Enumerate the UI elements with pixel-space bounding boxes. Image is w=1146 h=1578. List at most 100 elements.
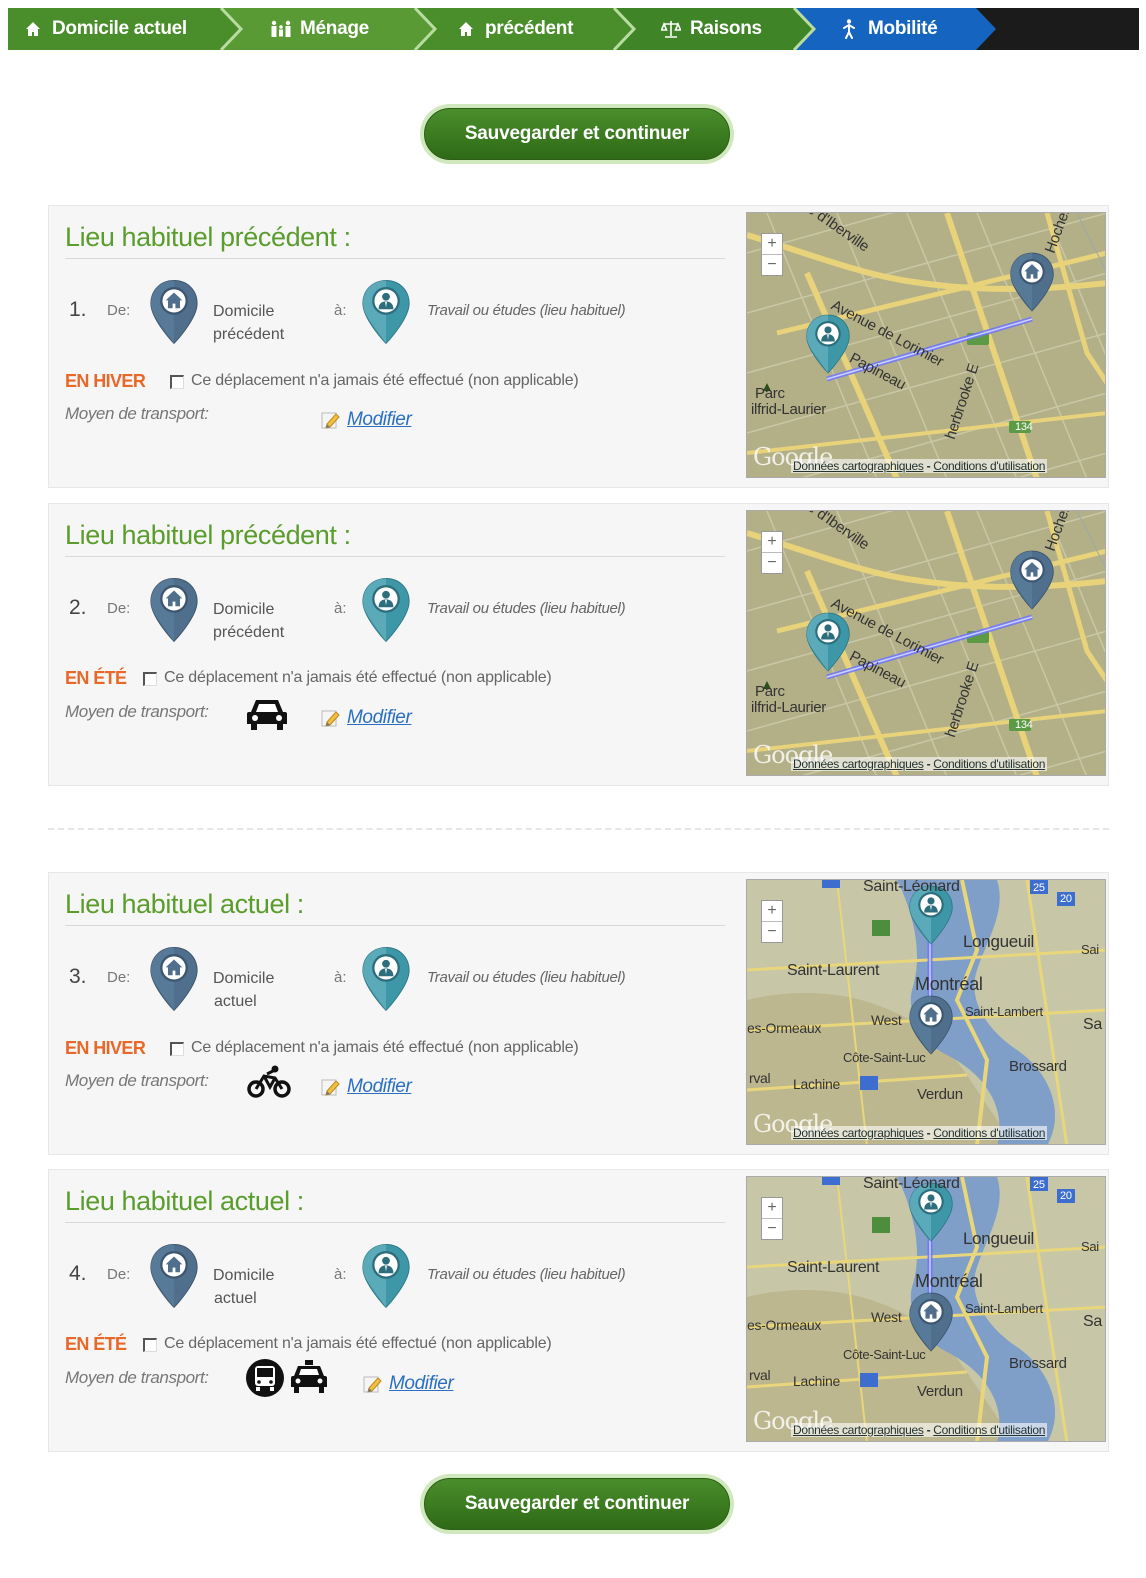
map-tiles	[747, 880, 1106, 1145]
zoom-in-button[interactable]: +	[762, 901, 782, 922]
to-label: à:	[334, 302, 347, 319]
terms-link[interactable]: Conditions d'utilisation	[933, 757, 1045, 771]
terms-link[interactable]: Conditions d'utilisation	[933, 1126, 1045, 1140]
not-applicable-checkbox[interactable]	[143, 1338, 157, 1352]
zoom-out-button[interactable]: −	[762, 553, 782, 573]
zoom-out-button[interactable]: −	[762, 922, 782, 942]
destination-label: Travail ou études (lieu habituel)	[427, 600, 626, 617]
trip-number: 3.	[69, 965, 87, 988]
card-title: Lieu habituel actuel :	[65, 889, 304, 919]
zoom-out-button[interactable]: −	[762, 1219, 782, 1239]
modify-transport-link[interactable]: Modifier	[321, 707, 412, 729]
origin-label: Domicile actuel	[213, 970, 275, 1010]
work-pin-icon	[362, 578, 410, 642]
breadcrumb: Domicile actuel Ménage précédent Raisons…	[8, 8, 1139, 50]
map-attribution: Google Données cartographiques - Conditio…	[753, 1407, 1048, 1437]
work-pin-icon	[362, 1244, 410, 1308]
card-title: Lieu habituel actuel :	[65, 1186, 304, 1216]
to-label: à:	[334, 969, 347, 986]
transport-icons	[245, 694, 289, 734]
map-zoom-controls[interactable]: + −	[761, 900, 783, 943]
zoom-in-button[interactable]: +	[762, 1198, 782, 1219]
bus-icon	[246, 1359, 284, 1397]
breadcrumb-menage[interactable]: Ménage	[270, 8, 369, 50]
map-tiles	[747, 1177, 1106, 1442]
modify-transport-link[interactable]: Modifier	[363, 1373, 454, 1395]
from-label: De:	[107, 969, 131, 986]
edit-icon	[321, 710, 340, 727]
trip-number: 1.	[69, 298, 87, 321]
to-label: à:	[334, 600, 347, 617]
breadcrumb-mobilite[interactable]: Mobilité	[838, 8, 938, 50]
not-applicable-checkbox[interactable]	[170, 375, 184, 389]
modify-transport-link[interactable]: Modifier	[321, 409, 412, 431]
home-pin-icon	[150, 947, 198, 1011]
to-label: à:	[334, 1266, 347, 1283]
zoom-out-button[interactable]: −	[762, 255, 782, 275]
trip-card-3: Lieu habituel actuel : 3. De: Domicile ac…	[48, 872, 1109, 1155]
not-applicable-checkbox[interactable]	[143, 672, 157, 686]
map-data-link[interactable]: Données cartographiques	[793, 459, 924, 473]
edit-icon	[321, 412, 340, 429]
bicycle-icon	[247, 1065, 291, 1098]
origin-label: Domicile actuel	[213, 1267, 275, 1307]
card-title: Lieu habituel précédent :	[65, 222, 351, 252]
modify-transport-link[interactable]: Modifier	[321, 1076, 412, 1098]
map-zoom-controls[interactable]: + −	[761, 233, 783, 276]
terms-link[interactable]: Conditions d'utilisation	[933, 1423, 1045, 1437]
walking-icon	[838, 19, 860, 39]
not-applicable-checkbox[interactable]	[170, 1042, 184, 1056]
trip-card-2: Lieu habituel précédent : 2. De: Domicil…	[48, 503, 1109, 786]
zoom-in-button[interactable]: +	[762, 234, 782, 255]
transport-label: Moyen de transport:	[65, 404, 209, 423]
route-map[interactable]: ue d'Iberville Avenue de Lorimier Papine…	[746, 510, 1106, 776]
season-label: EN ÉTÉ	[65, 1334, 127, 1354]
trip-card-1: Lieu habituel précédent : 1. De: Domicil…	[48, 205, 1109, 488]
zoom-in-button[interactable]: +	[762, 532, 782, 553]
not-applicable-label: Ce déplacement n'a jamais été effectué (…	[164, 669, 552, 686]
home-pin-icon	[150, 578, 198, 642]
from-label: De:	[107, 302, 131, 319]
card-title: Lieu habituel précédent :	[65, 520, 351, 550]
trip-number: 2.	[69, 596, 87, 619]
edit-icon	[363, 1376, 382, 1393]
save-and-continue-button-bottom[interactable]: Sauvegarder et continuer	[420, 1474, 734, 1534]
title-divider	[65, 258, 725, 259]
destination-label: Travail ou études (lieu habituel)	[427, 969, 626, 986]
destination-label: Travail ou études (lieu habituel)	[427, 1266, 626, 1283]
work-pin-icon	[362, 947, 410, 1011]
breadcrumb-precedent[interactable]: précédent	[455, 8, 573, 50]
trip-number: 4.	[69, 1262, 87, 1285]
route-map[interactable]: ue d'Iberville Avenue de Lorimier Papine…	[746, 212, 1106, 478]
map-attribution: Google Données cartographiques - Conditio…	[753, 1110, 1048, 1140]
map-data-link[interactable]: Données cartographiques	[793, 1126, 924, 1140]
transport-icons	[247, 1065, 291, 1099]
breadcrumb-domicile-actuel[interactable]: Domicile actuel	[22, 8, 187, 50]
title-divider	[65, 925, 725, 926]
breadcrumb-raisons[interactable]: Raisons	[660, 8, 762, 50]
not-applicable-label: Ce déplacement n'a jamais été effectué (…	[191, 372, 579, 389]
from-label: De:	[107, 600, 131, 617]
map-zoom-controls[interactable]: + −	[761, 531, 783, 574]
section-divider	[48, 828, 1109, 830]
origin-label: Domicile précédent	[213, 303, 285, 343]
work-pin-icon	[362, 280, 410, 344]
from-label: De:	[107, 1266, 131, 1283]
home-icon	[22, 21, 44, 37]
map-data-link[interactable]: Données cartographiques	[793, 757, 924, 771]
map-attribution: Google Données cartographiques - Conditio…	[753, 741, 1048, 771]
destination-label: Travail ou études (lieu habituel)	[427, 302, 626, 319]
map-data-link[interactable]: Données cartographiques	[793, 1423, 924, 1437]
edit-icon	[321, 1079, 340, 1096]
season-label: EN ÉTÉ	[65, 668, 127, 688]
terms-link[interactable]: Conditions d'utilisation	[933, 459, 1045, 473]
not-applicable-label: Ce déplacement n'a jamais été effectué (…	[164, 1335, 552, 1352]
family-icon	[270, 20, 292, 38]
home-icon	[455, 21, 477, 37]
home-pin-icon	[150, 280, 198, 344]
route-map[interactable]: Saint-Léonard Longueuil Saint-Laurent Mo…	[746, 1176, 1106, 1442]
route-map[interactable]: Saint-Léonard Longueuil Saint-Laurent Mo…	[746, 879, 1106, 1145]
save-and-continue-button[interactable]: Sauvegarder et continuer	[420, 104, 734, 164]
transport-label: Moyen de transport:	[65, 702, 209, 721]
map-zoom-controls[interactable]: + −	[761, 1197, 783, 1240]
